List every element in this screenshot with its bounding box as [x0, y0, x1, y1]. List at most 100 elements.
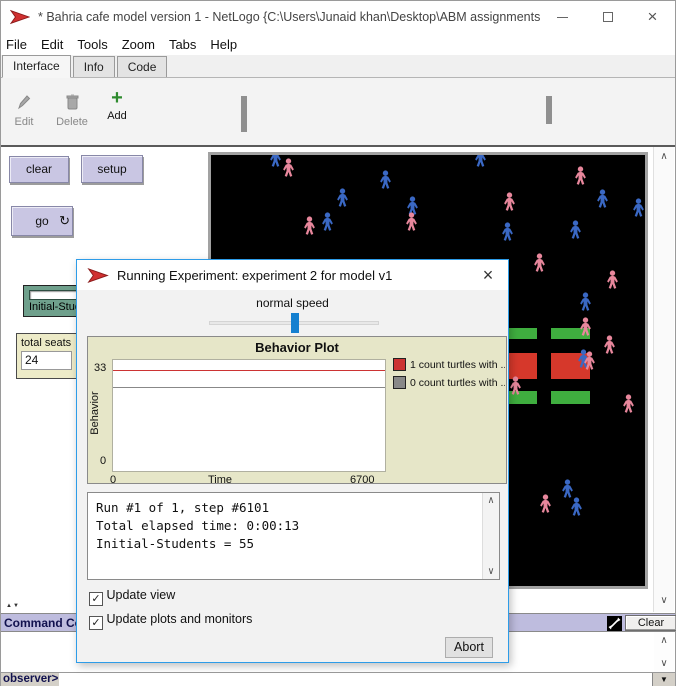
- netlogo-logo-icon: [10, 9, 30, 25]
- pink-person-turtle: [539, 494, 552, 513]
- edit-tool-button[interactable]: Edit: [9, 94, 39, 128]
- scroll-down-icon[interactable]: ∨: [654, 658, 674, 669]
- checkbox-label: Update plots and monitors: [103, 612, 252, 626]
- blue-person-turtle: [561, 479, 574, 498]
- command-center-scrollbar[interactable]: ∧ ∨: [654, 632, 674, 672]
- plot-title: Behavior Plot: [88, 337, 506, 355]
- pink-person-turtle: [579, 317, 592, 336]
- dialog-speed-slider-thumb[interactable]: [291, 313, 299, 333]
- x-axis-min-tick: 0: [110, 474, 116, 486]
- interface-vertical-scrollbar[interactable]: ∧ ∨: [653, 147, 674, 612]
- plot-series-line: [113, 370, 385, 371]
- toolbar-separator: [546, 96, 552, 124]
- pink-person-turtle: [583, 351, 596, 370]
- add-tool-button[interactable]: + Add: [101, 90, 133, 122]
- toolbar: Edit Delete + Add abc Button ▼ normal sp…: [1, 78, 675, 147]
- delete-tool-button[interactable]: Delete: [53, 94, 91, 128]
- tab-interface[interactable]: Interface: [2, 55, 71, 78]
- output-line: Run #1 of 1, step #6101: [96, 499, 491, 517]
- dialog-close-button[interactable]: ×: [468, 261, 508, 289]
- y-axis-max-tick: 33: [94, 362, 106, 374]
- netlogo-window: * Bahria cafe model version 1 - NetLogo …: [0, 0, 676, 686]
- close-icon: ×: [648, 12, 658, 22]
- command-center-clear-button[interactable]: Clear: [625, 615, 676, 631]
- menu-item-help[interactable]: Help: [210, 37, 237, 52]
- pink-person-turtle: [405, 212, 418, 231]
- blue-person-turtle: [269, 152, 282, 167]
- legend-label: 1 count turtles with ...: [410, 359, 505, 371]
- minimize-icon: [557, 17, 568, 18]
- go-button[interactable]: go ↻: [11, 206, 73, 236]
- plot-legend: 1 count turtles with ... 0 count turtles …: [393, 358, 505, 394]
- netlogo-logo-icon: [87, 268, 109, 283]
- pink-person-turtle: [622, 394, 635, 413]
- setup-button[interactable]: setup: [81, 155, 143, 183]
- checkbox-label: Update view: [103, 588, 175, 602]
- y-axis-label: Behavior: [89, 383, 101, 443]
- y-axis-min-tick: 0: [100, 455, 106, 467]
- dialog-title: Running Experiment: experiment 2 for mod…: [117, 268, 468, 283]
- tab-code[interactable]: Code: [117, 56, 168, 77]
- minimize-button[interactable]: [540, 1, 585, 33]
- close-button[interactable]: ×: [630, 1, 675, 33]
- scroll-up-icon[interactable]: ∧: [654, 635, 674, 646]
- splitter-resize-handle[interactable]: ▲▼: [6, 603, 20, 609]
- plus-icon: +: [111, 87, 123, 109]
- total-seats-monitor: total seats 24: [16, 333, 77, 379]
- clear-button[interactable]: clear: [9, 156, 69, 183]
- blue-person-turtle: [632, 198, 645, 217]
- update-view-checkbox[interactable]: ✓ Update view: [89, 588, 175, 606]
- tab-bar: InterfaceInfoCode: [1, 55, 675, 78]
- tab-info[interactable]: Info: [73, 56, 115, 77]
- command-input[interactable]: [59, 673, 653, 686]
- pink-person-turtle: [282, 158, 295, 177]
- pink-person-turtle: [503, 192, 516, 211]
- expand-command-center-button[interactable]: [607, 616, 622, 631]
- blue-person-turtle: [321, 212, 334, 231]
- pink-person-turtle: [574, 166, 587, 185]
- legend-entry: 0 count turtles with ...: [393, 376, 505, 389]
- green-shelf: [551, 391, 590, 404]
- monitor-label: total seats: [21, 337, 72, 349]
- output-scrollbar[interactable]: ∧ ∨: [482, 493, 499, 579]
- x-axis-max-tick: 6700: [350, 474, 374, 486]
- legend-entry: 1 count turtles with ...: [393, 358, 505, 371]
- blue-person-turtle: [570, 497, 583, 516]
- title-bar: * Bahria cafe model version 1 - NetLogo …: [1, 1, 675, 33]
- menu-item-tabs[interactable]: Tabs: [169, 37, 196, 52]
- scroll-down-icon[interactable]: ∨: [483, 566, 499, 577]
- scroll-up-icon[interactable]: ∧: [483, 495, 499, 506]
- update-plots-checkbox[interactable]: ✓ Update plots and monitors: [89, 612, 252, 630]
- agent-type-dropdown[interactable]: ▼: [652, 673, 675, 686]
- menu-item-tools[interactable]: Tools: [77, 37, 107, 52]
- blue-person-turtle: [569, 220, 582, 239]
- menu-item-zoom[interactable]: Zoom: [122, 37, 155, 52]
- dialog-title-bar: Running Experiment: experiment 2 for mod…: [77, 260, 508, 290]
- legend-swatch-icon: [393, 358, 406, 371]
- blue-person-turtle: [379, 170, 392, 189]
- abort-button[interactable]: Abort: [445, 637, 493, 658]
- pink-person-turtle: [606, 270, 619, 289]
- pink-person-turtle: [603, 335, 616, 354]
- scroll-up-icon[interactable]: ∧: [654, 151, 674, 162]
- pink-person-turtle: [303, 216, 316, 235]
- experiment-output-area: Run #1 of 1, step #6101Total elapsed tim…: [87, 492, 500, 580]
- menu-item-file[interactable]: File: [6, 37, 27, 52]
- dialog-speed-label: normal speed: [77, 296, 508, 310]
- forever-icon: ↻: [59, 207, 70, 235]
- toolbar-separator: [241, 96, 247, 132]
- command-line: observer> ▼: [1, 672, 675, 686]
- pink-person-turtle: [533, 253, 546, 272]
- maximize-icon: [603, 12, 613, 22]
- pencil-icon: [17, 94, 31, 110]
- blue-person-turtle: [336, 188, 349, 207]
- maximize-button[interactable]: [585, 1, 630, 33]
- menu-item-edit[interactable]: Edit: [41, 37, 63, 52]
- dialog-speed-slider[interactable]: [209, 321, 379, 325]
- scroll-down-icon[interactable]: ∨: [654, 595, 674, 606]
- blue-person-turtle: [501, 222, 514, 241]
- checkbox-checked-icon: ✓: [89, 616, 103, 630]
- diagonal-expand-icon: [607, 616, 622, 631]
- window-title: * Bahria cafe model version 1 - NetLogo …: [38, 10, 540, 24]
- menu-bar: File Edit Tools Zoom Tabs Help: [1, 33, 675, 55]
